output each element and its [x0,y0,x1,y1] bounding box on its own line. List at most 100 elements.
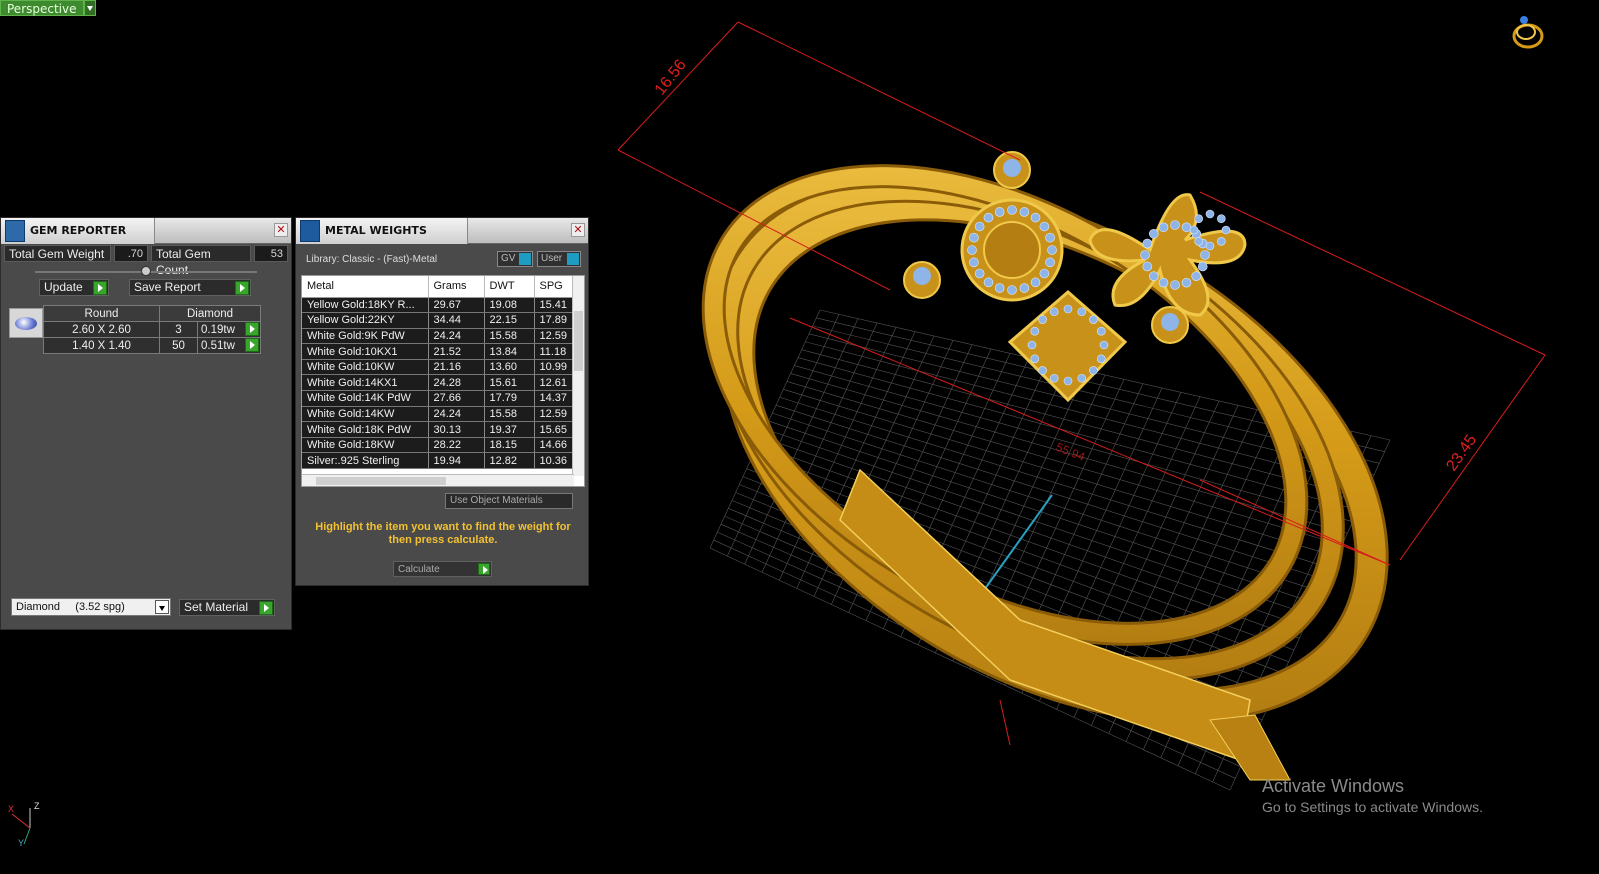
header-spg[interactable]: SPG [534,276,578,298]
gem-reporter-titlebar[interactable]: GEM REPORTER ✕ [1,217,291,244]
axis-y-label: Y [18,838,24,848]
chevron-down-icon[interactable] [155,600,169,614]
metal-name: White Gold:18K PdW [302,421,429,438]
table-row[interactable]: Yellow Gold:18KY R... 29.67 19.08 15.41 [302,297,578,314]
header-metal[interactable]: Metal [302,276,429,298]
play-icon[interactable] [245,338,259,352]
metal-grams: 29.67 [428,297,485,314]
scrollbar-thumb[interactable] [574,311,583,371]
metal-dwt: 13.84 [484,343,535,360]
close-icon[interactable]: ✕ [571,223,585,237]
library-label: Library: Classic - (Fast)-Metal [306,254,438,265]
use-object-materials-label: Use Object Materials [450,495,543,506]
horizontal-scrollbar[interactable] [302,474,574,486]
metal-spg: 12.59 [534,328,578,345]
metal-name: White Gold:18KW [302,437,429,454]
metal-spg: 10.99 [534,359,578,376]
header-diamond: Diamond [159,305,261,322]
toggle-knob [567,253,579,265]
vertical-scrollbar[interactable] [572,276,584,476]
total-gem-count-value: 53 [254,245,288,262]
instruction-text: Highlight the item you want to find the … [315,521,571,546]
metal-spg: 17.89 [534,312,578,329]
user-toggle[interactable]: User [537,251,581,267]
metal-name: White Gold:9K PdW [302,328,429,345]
material-select[interactable]: Diamond (3.52 spg) [11,598,171,616]
metal-spg: 15.65 [534,421,578,438]
table-row[interactable]: White Gold:18K PdW 30.13 19.37 15.65 [302,421,578,438]
end-gem [913,267,931,285]
metal-weights-tab[interactable]: METAL WEIGHTS [296,217,468,244]
metal-dwt: 15.61 [484,374,535,392]
metal-name: White Gold:14KX1 [302,374,429,392]
watermark-title: Activate Windows [1262,776,1405,796]
metal-dwt: 15.58 [484,406,535,423]
viewport-mode-dropdown[interactable]: Perspective [0,0,96,16]
table-row[interactable]: Silver:.925 Sterling 19.94 12.82 10.36 [302,452,578,470]
update-button[interactable]: Update [39,279,109,296]
metal-name: Yellow Gold:18KY R... [302,297,429,314]
metal-spg: 10.36 [534,452,578,470]
table-row[interactable]: White Gold:9K PdW 24.24 15.58 12.59 [302,328,578,345]
calculate-button-label: Calculate [398,564,440,575]
scrollbar-thumb[interactable] [316,477,446,485]
table-row[interactable]: White Gold:10KX1 21.52 13.84 11.18 [302,343,578,360]
3d-viewport[interactable]: 16.56 23.45 55.94 [590,0,1599,874]
metal-dwt: 13.60 [484,359,535,376]
view-orbit-icon[interactable] [1512,16,1544,49]
play-icon [259,601,273,615]
dimension-label-3: 55.94 [1054,440,1087,464]
gem-reporter-tab[interactable]: GEM REPORTER [1,217,156,244]
user-toggle-label: User [541,253,563,264]
close-icon[interactable]: ✕ [274,223,288,237]
table-row[interactable]: White Gold:18KW 28.22 18.15 14.66 [302,437,578,454]
panel-title: METAL WEIGHTS [325,224,427,237]
table-row[interactable]: White Gold:14K PdW 27.66 17.79 14.37 [302,390,578,407]
watermark-subtitle: Go to Settings to activate Windows. [1262,799,1483,815]
header-grams[interactable]: Grams [428,276,485,298]
table-row[interactable]: 2.60 X 2.60 3 0.19tw [43,321,261,338]
metal-spg: 11.18 [534,343,578,360]
play-icon [235,281,249,295]
viewport-mode-label[interactable]: Perspective [0,0,84,16]
set-material-button[interactable]: Set Material [179,599,275,616]
gem-weight: 0.51tw [201,339,235,352]
save-report-button-label: Save Report [134,280,201,294]
metal-name: White Gold:14K PdW [302,390,429,407]
round-gem-thumbnail[interactable] [9,308,43,338]
gem-table: Round Diamond 2.60 X 2.60 3 0.19tw 1.40 … [43,305,261,354]
bangle-model[interactable] [635,81,1459,809]
use-object-materials-field[interactable]: Use Object Materials [445,493,573,509]
metal-grams: 24.28 [428,374,485,392]
metal-grams: 34.44 [428,312,485,329]
total-gem-weight-label: Total Gem Weight [4,245,111,262]
table-row[interactable]: White Gold:10KW 21.16 13.60 10.99 [302,359,578,376]
metal-dwt: 19.08 [484,297,535,314]
save-report-button[interactable]: Save Report [129,279,251,296]
metal-dwt: 12.82 [484,452,535,470]
chevron-down-icon[interactable] [83,0,96,16]
update-button-label: Update [44,280,83,294]
play-icon [478,563,490,575]
metal-grams: 21.16 [428,359,485,376]
metal-weights-titlebar[interactable]: METAL WEIGHTS ✕ [296,217,588,244]
table-row[interactable]: 1.40 X 1.40 50 0.51tw [43,337,261,354]
play-icon[interactable] [245,322,259,336]
header-dwt[interactable]: DWT [484,276,535,298]
metal-grams: 28.22 [428,437,485,454]
calculate-button[interactable]: Calculate [393,561,492,577]
report-slider-handle[interactable] [141,266,151,276]
metal-grams: 19.94 [428,452,485,470]
gem-weight: 0.19tw [201,323,235,336]
metal-name: White Gold:10KW [302,359,429,376]
metal-dwt: 17.79 [484,390,535,407]
end-gem [1161,313,1179,331]
table-row[interactable]: Yellow Gold:22KY 34.44 22.15 17.89 [302,312,578,329]
metal-name: Silver:.925 Sterling [302,452,429,470]
gv-toggle[interactable]: GV [497,251,533,267]
table-row[interactable]: White Gold:14KW 24.24 15.58 12.59 [302,406,578,423]
metal-dwt: 19.37 [484,421,535,438]
gem-count: 50 [159,337,198,354]
table-row[interactable]: White Gold:14KX1 24.28 15.61 12.61 [302,374,578,392]
metal-table-container[interactable]: Metal Grams DWT SPG Yellow Gold:18KY R..… [301,275,585,487]
